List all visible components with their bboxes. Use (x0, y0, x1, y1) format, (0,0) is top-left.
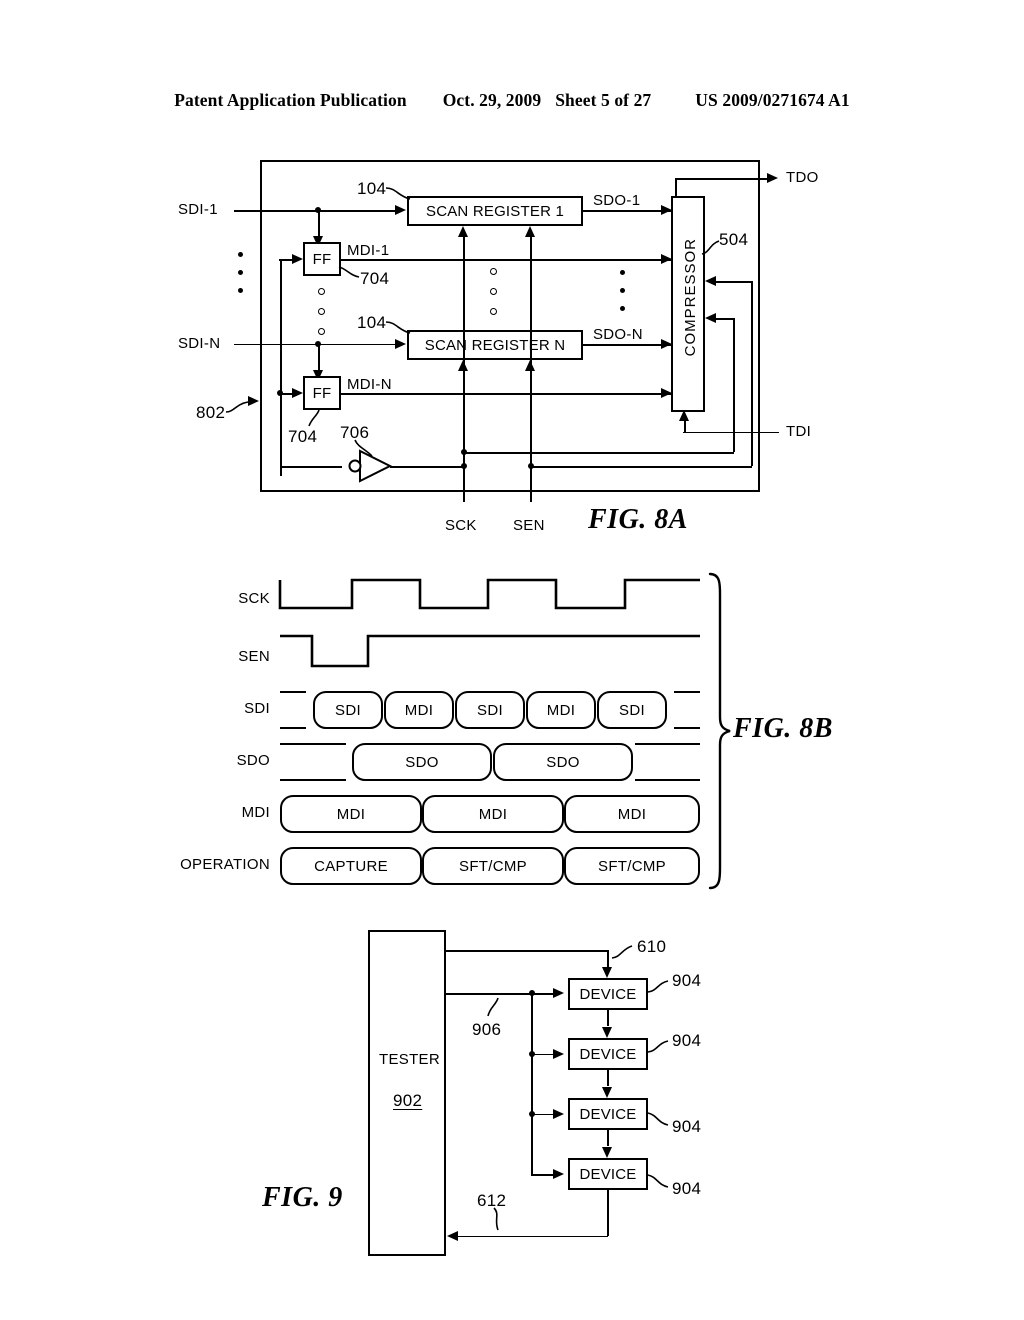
fig9-lead-906 (487, 997, 499, 1017)
fig9-junction-906-2 (529, 1111, 535, 1117)
fig9-wire-chain-2-3 (607, 1130, 609, 1146)
fig9-wire-906 (446, 993, 531, 995)
fig9-block-device-0: DEVICE (568, 978, 648, 1010)
fig9-arrow-chain-1-2 (601, 1087, 612, 1098)
fig9-lead-904-0 (647, 980, 669, 993)
fig9-wire-chain-1-2 (607, 1070, 609, 1086)
fig9-caption: FIG. 9 (262, 1182, 343, 1213)
fig9-arrow-906-device2 (553, 1108, 564, 1119)
fig9-ref-612: 612 (477, 1191, 507, 1210)
fig9-lead-904-2 (647, 1112, 669, 1126)
fig9-junction-906-1 (529, 1051, 535, 1057)
fig9-wire-612-down (607, 1190, 609, 1236)
fig9-wire-610 (446, 950, 608, 952)
fig9-arrow-612-into-tester (447, 1230, 458, 1241)
fig9-ref-904-3: 904 (672, 1179, 702, 1198)
fig9-wire-906-trunk (531, 993, 533, 1174)
fig9-wire-chain-0-1 (607, 1010, 609, 1026)
fig9-ref-906: 906 (472, 1020, 502, 1039)
fig9-junction-906-0 (529, 990, 535, 996)
fig9-ref-904-2: 904 (672, 1117, 702, 1136)
fig9-ref-904-1: 904 (672, 1031, 702, 1050)
fig9-arrow-chain-0-1 (601, 1027, 612, 1038)
fig9-block-device-1: DEVICE (568, 1038, 648, 1070)
fig9-arrow-906-device0 (553, 987, 564, 998)
fig9-lead-610 (611, 945, 633, 959)
fig9-arrow-906-device1 (553, 1048, 564, 1059)
fig9-arrow-chain-2-3 (601, 1147, 612, 1158)
fig9-tester-label: TESTER (379, 1051, 440, 1068)
fig9-arrow-610-into-device0 (601, 967, 612, 978)
fig9-lead-612 (493, 1207, 499, 1231)
fig9-ref-904-0: 904 (672, 971, 702, 990)
fig9-lead-904-3 (647, 1174, 669, 1188)
fig9-block-device-3: DEVICE (568, 1158, 648, 1190)
fig9-wire-610-down (607, 950, 609, 968)
fig9-lead-904-1 (647, 1040, 669, 1053)
fig9-tester-ref: 902 (393, 1091, 423, 1110)
figure-9: TESTER 902 DEVICE DEVICE DEVICE DEVICE 9… (0, 0, 1024, 1320)
fig9-block-device-2: DEVICE (568, 1098, 648, 1130)
fig9-ref-610: 610 (637, 937, 667, 956)
fig9-wire-612 (458, 1236, 608, 1237)
fig9-wire-906-branch-3 (531, 1174, 555, 1176)
fig9-arrow-906-device3 (553, 1168, 564, 1179)
